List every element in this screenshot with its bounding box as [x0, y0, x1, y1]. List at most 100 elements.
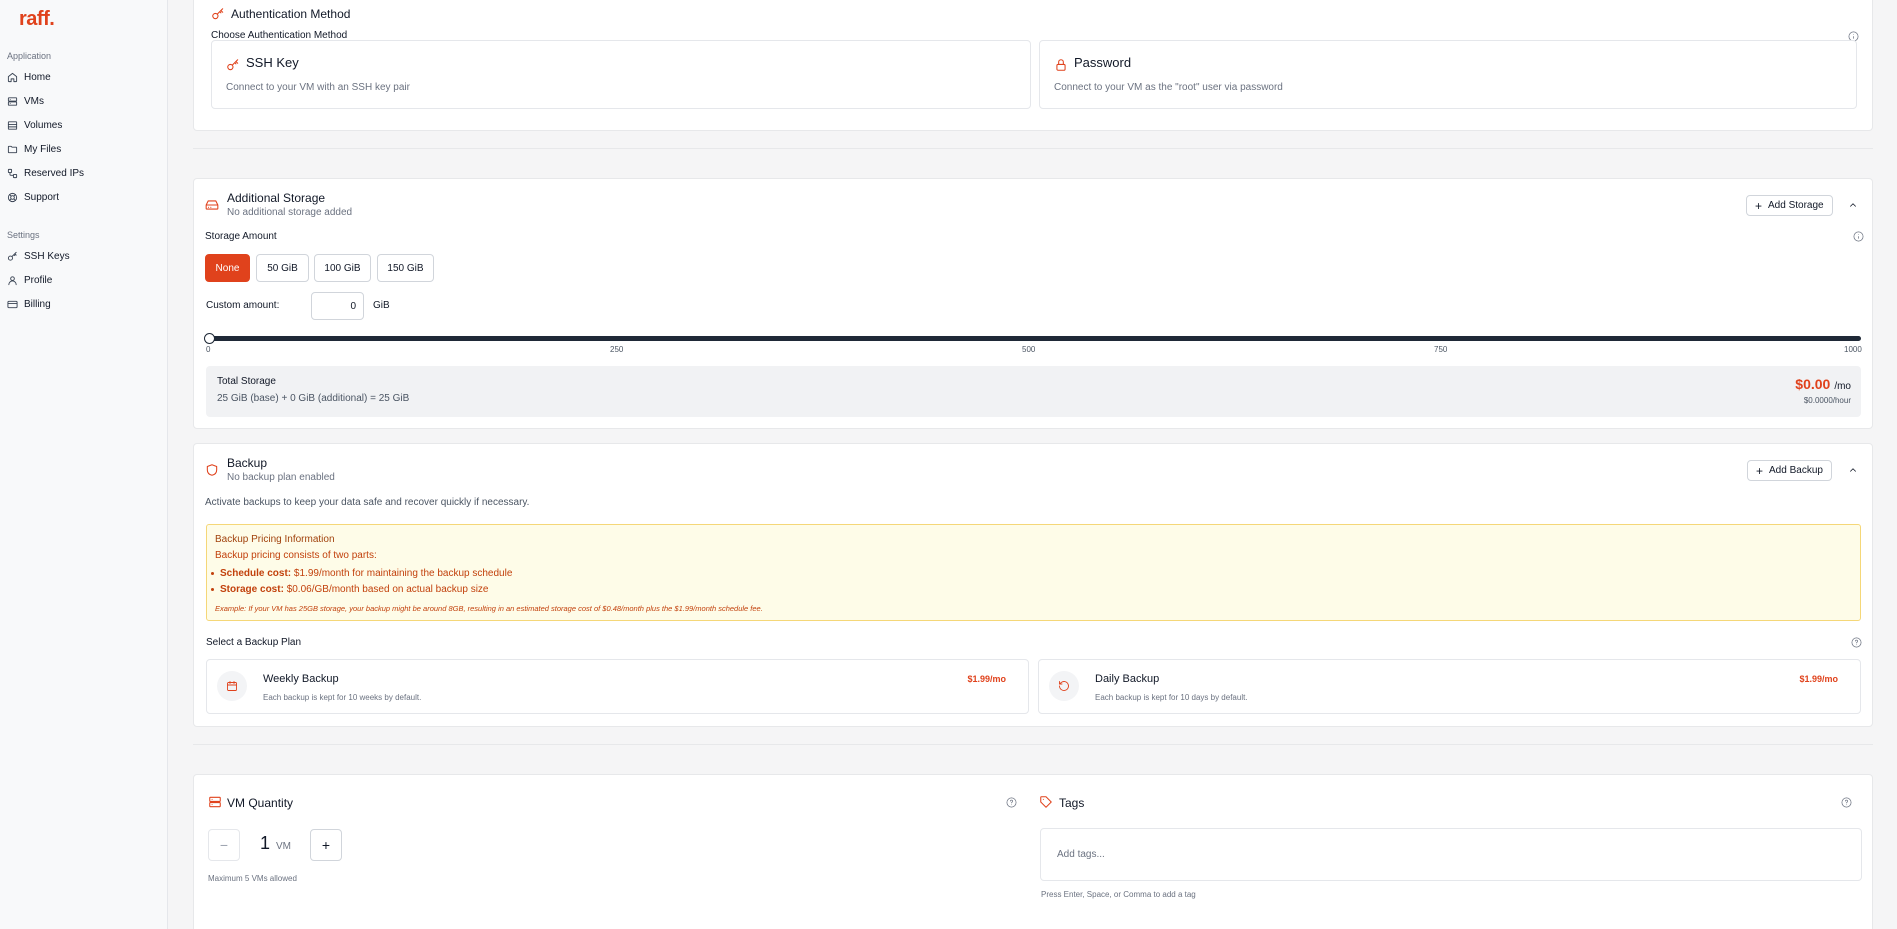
sidebar-item-my-files[interactable]: My Files	[7, 140, 157, 158]
notice-item-storage: Storage cost: $0.06/GB/month based on ac…	[210, 584, 489, 595]
tags-title: Tags	[1059, 796, 1085, 810]
quantity-decrement-button[interactable]: −	[208, 829, 240, 861]
plus-icon: +	[1755, 198, 1763, 213]
chevron-up-icon	[1850, 203, 1856, 207]
plan-price: $1.99/mo	[967, 674, 1006, 684]
help-circle-icon[interactable]	[1841, 797, 1852, 808]
sidebar-item-label: VMs	[24, 95, 44, 107]
backup-pricing-notice: Backup Pricing Information Backup pricin…	[206, 524, 1861, 621]
tags-input[interactable]	[1040, 828, 1862, 881]
backup-plan-daily[interactable]: Daily Backup Each backup is kept for 10 …	[1038, 659, 1861, 714]
storage-amount-50[interactable]: 50 GiB	[256, 254, 309, 282]
plan-price: $1.99/mo	[1799, 674, 1838, 684]
brand-logo[interactable]: raff.	[19, 8, 55, 31]
vm-quantity-title: VM Quantity	[227, 796, 294, 810]
sidebar-item-reserved-ips[interactable]: Reserved IPs	[7, 164, 157, 182]
sidebar-item-home[interactable]: Home	[7, 68, 157, 86]
main-content: Authentication Method Choose Authenticat…	[168, 0, 1897, 929]
storage-amount-none[interactable]: None	[205, 254, 250, 282]
notice-item-text: $0.06/GB/month based on actual backup si…	[286, 584, 489, 595]
tags-hint: Press Enter, Space, or Comma to add a ta…	[1041, 890, 1196, 899]
storage-hourly-price: $0.0000/hour	[1803, 396, 1851, 405]
slider-tick: 750	[1434, 345, 1448, 354]
quantity-value: 1	[260, 833, 271, 853]
sidebar-item-billing[interactable]: Billing	[7, 295, 157, 313]
sidebar-item-label: Volumes	[24, 119, 63, 131]
add-backup-label: Add Backup	[1769, 465, 1823, 476]
slider-tick: 0	[206, 345, 211, 354]
quantity-unit: VM	[276, 841, 292, 852]
sidebar-item-label: My Files	[24, 143, 62, 155]
collapse-backup-toggle[interactable]	[1845, 462, 1861, 478]
backup-title: Backup	[227, 456, 268, 470]
sidebar-item-label: Home	[24, 71, 51, 83]
storage-slider-track[interactable]	[206, 336, 1861, 341]
plan-icon-wrap	[217, 671, 247, 701]
plan-title: Daily Backup	[1095, 673, 1160, 685]
auth-method-title: Authentication Method	[231, 7, 351, 21]
home-icon	[7, 72, 18, 82]
total-storage-title: Total Storage	[217, 376, 276, 387]
add-backup-button[interactable]: + Add Backup	[1747, 460, 1832, 481]
notice-item-text: $1.99/month for maintaining the backup s…	[293, 568, 513, 579]
auth-option-title: SSH Key	[246, 55, 299, 70]
total-storage-summary: Total Storage 25 GiB (base) + 0 GiB (add…	[206, 366, 1861, 417]
auth-option-title: Password	[1074, 55, 1132, 70]
key-icon	[227, 59, 239, 71]
notice-item-label: Schedule cost:	[220, 568, 292, 579]
plus-icon: +	[1756, 463, 1764, 478]
shield-icon	[206, 464, 218, 476]
server-icon	[7, 96, 18, 106]
info-icon[interactable]	[1853, 231, 1864, 242]
backup-plan-weekly[interactable]: Weekly Backup Each backup is kept for 10…	[206, 659, 1029, 714]
sidebar-item-label: Billing	[24, 298, 51, 310]
plan-description: Each backup is kept for 10 weeks by defa…	[263, 693, 422, 702]
collapse-storage-toggle[interactable]	[1845, 197, 1861, 213]
storage-amount-100[interactable]: 100 GiB	[314, 254, 371, 282]
quantity-increment-button[interactable]: +	[310, 829, 342, 861]
auth-option-ssh-key[interactable]: SSH Key Connect to your VM with an SSH k…	[211, 40, 1031, 109]
sidebar-item-volumes[interactable]: Volumes	[7, 116, 157, 134]
notice-item-schedule: Schedule cost: $1.99/month for maintaini…	[210, 568, 513, 579]
rotate-icon	[1059, 681, 1069, 691]
add-storage-button[interactable]: + Add Storage	[1746, 195, 1833, 216]
storage-amount-label: Storage Amount	[205, 231, 277, 242]
sidebar-section-application: Application	[7, 51, 52, 61]
database-icon	[7, 120, 18, 130]
add-storage-label: Add Storage	[1768, 200, 1824, 211]
plan-icon-wrap	[1049, 671, 1079, 701]
sidebar-section-settings: Settings	[7, 230, 40, 240]
notice-title: Backup Pricing Information	[215, 534, 335, 545]
chevron-up-icon	[1850, 468, 1856, 472]
sidebar-item-ssh-keys[interactable]: SSH Keys	[7, 247, 157, 265]
auth-method-card: Authentication Method Choose Authenticat…	[193, 0, 1873, 131]
slider-tick: 250	[610, 345, 624, 354]
storage-slider-thumb[interactable]	[204, 333, 215, 344]
quantity-display: 1 VM	[260, 833, 291, 854]
custom-amount-input[interactable]	[311, 292, 364, 320]
section-divider	[193, 148, 1873, 149]
sidebar-item-vms[interactable]: VMs	[7, 92, 157, 110]
plan-description: Each backup is kept for 10 days by defau…	[1095, 693, 1248, 702]
key-icon	[7, 251, 17, 261]
quantity-max-note: Maximum 5 VMs allowed	[208, 874, 297, 883]
auth-option-description: Connect to your VM with an SSH key pair	[226, 82, 410, 93]
sidebar-item-support[interactable]: Support	[7, 188, 157, 206]
section-divider	[193, 744, 1873, 745]
hard-drive-icon	[205, 200, 219, 210]
notice-subtitle: Backup pricing consists of two parts:	[215, 550, 377, 561]
sidebar: raff. Application Home VMs Volumes My Fi…	[0, 0, 168, 929]
network-icon	[7, 168, 18, 178]
storage-amount-150[interactable]: 150 GiB	[377, 254, 434, 282]
help-circle-icon[interactable]	[1006, 797, 1017, 808]
tag-icon	[1040, 796, 1052, 808]
help-circle-icon[interactable]	[1851, 637, 1862, 648]
custom-amount-unit: GiB	[373, 300, 390, 311]
storage-price: $0.00 /mo	[1795, 376, 1851, 392]
sidebar-item-profile[interactable]: Profile	[7, 271, 157, 289]
notice-example: Example: If your VM has 25GB storage, yo…	[215, 604, 763, 613]
storage-price-unit: /mo	[1834, 381, 1851, 392]
storage-subtitle: No additional storage added	[227, 207, 353, 218]
sidebar-item-label: SSH Keys	[24, 250, 70, 262]
auth-option-password[interactable]: Password Connect to your VM as the "root…	[1039, 40, 1857, 109]
